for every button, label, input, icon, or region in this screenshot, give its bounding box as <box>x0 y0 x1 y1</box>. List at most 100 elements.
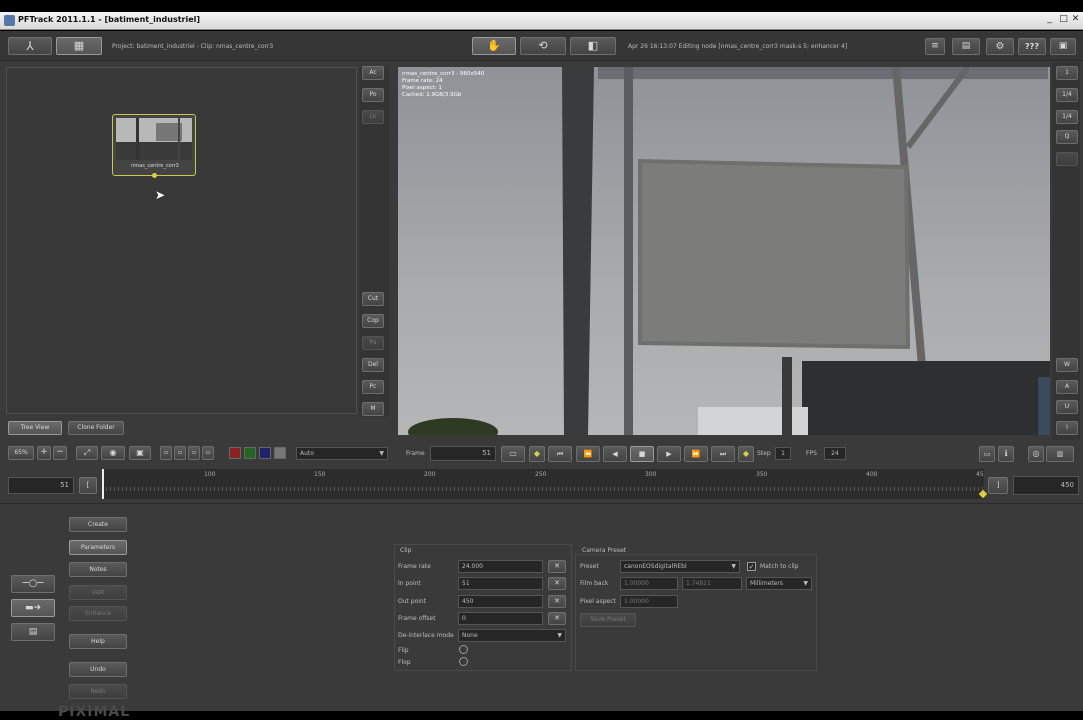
viewer-a-button[interactable]: A <box>1056 380 1078 394</box>
channel-2-icon[interactable]: ▫ <box>174 446 186 460</box>
node-tree-icon[interactable]: ⅄ <box>8 37 52 55</box>
step-back-icon[interactable]: ⏪ <box>576 446 600 462</box>
frame-rate-reset-icon[interactable]: ✕ <box>548 560 566 573</box>
fullscreen-icon[interactable]: ▣ <box>1050 38 1076 55</box>
node-top-button-2[interactable]: Po <box>362 88 384 102</box>
timeline-next-icon[interactable]: ] <box>988 477 1008 494</box>
frame-rate-input[interactable]: 24.000 <box>458 560 543 573</box>
deinterlace-select[interactable]: None ▼ <box>458 629 566 642</box>
copy-button[interactable]: Cop <box>362 314 384 328</box>
step-forward-icon[interactable]: ⏩ <box>684 446 708 462</box>
node-top-button-3[interactable]: Lk <box>362 110 384 124</box>
minimize-icon[interactable]: _ <box>1044 14 1055 25</box>
red-channel-swatch[interactable] <box>229 447 241 459</box>
viewer-blank-button[interactable] <box>1056 152 1078 166</box>
tab-tree-view[interactable]: Tree View <box>8 421 62 435</box>
flip-checkbox[interactable] <box>459 645 468 654</box>
channel-1-icon[interactable]: ▫ <box>160 446 172 460</box>
stop-icon[interactable]: ■ <box>630 446 654 462</box>
image-viewer[interactable]: nmas_centre_corr3 - 960x540 Frame rate: … <box>398 67 1050 435</box>
frame-input[interactable]: 51 <box>430 446 496 461</box>
view-mode-select[interactable]: Auto ▼ <box>296 447 388 460</box>
green-channel-swatch[interactable] <box>244 447 256 459</box>
m-button[interactable]: M <box>362 402 384 416</box>
go-to-start-icon[interactable]: ⏮ <box>548 446 572 462</box>
channel-4-icon[interactable]: ▫ <box>202 446 214 460</box>
settings-gear-icon[interactable]: ⚙ <box>986 38 1014 55</box>
timeline-prev-icon[interactable]: [ <box>79 477 97 494</box>
zoom-quarter-button[interactable]: 1/4 <box>1056 110 1078 124</box>
next-keyframe-icon[interactable]: ◆ <box>738 446 754 462</box>
playhead[interactable] <box>102 469 104 499</box>
quality-button[interactable]: Q <box>1056 130 1078 144</box>
grid-view-icon[interactable]: ▦ <box>56 37 102 55</box>
pc-button[interactable]: Pc <box>362 380 384 394</box>
film-back-height-input[interactable]: 1.74811 <box>682 577 742 590</box>
timeline-end-field[interactable]: 450 <box>1013 476 1079 495</box>
help-menu-button[interactable]: Help <box>69 634 127 649</box>
node-link-icon[interactable]: ─○─ <box>11 575 55 593</box>
flop-checkbox[interactable] <box>459 657 468 666</box>
help-button[interactable]: ??? <box>1018 38 1046 55</box>
maximize-icon[interactable]: □ <box>1058 14 1069 25</box>
go-to-end-icon[interactable]: ⏭ <box>711 446 735 462</box>
viewer-w-button[interactable]: W <box>1056 358 1078 372</box>
vast-button[interactable]: Vast <box>69 585 127 600</box>
info-icon[interactable]: ℹ <box>998 446 1014 462</box>
create-button[interactable]: Create <box>69 517 127 532</box>
parameters-button[interactable]: Parameters <box>69 540 127 555</box>
viewer-u-button[interactable]: U <box>1056 400 1078 414</box>
node-flow-icon[interactable]: ▬➜ <box>11 599 55 617</box>
zoom-1-button[interactable]: 1 <box>1056 66 1078 80</box>
options-icon[interactable]: ◎ <box>1028 446 1044 462</box>
viewer-i-button[interactable]: I <box>1056 421 1078 435</box>
cut-button[interactable]: Cut <box>362 292 384 306</box>
paste-button[interactable]: Pa <box>362 336 384 350</box>
list-icon[interactable]: ≡ <box>925 38 945 55</box>
lock-icon[interactable]: ▣ <box>129 446 151 460</box>
clip-node[interactable]: nmas_centre_corr3 <box>112 114 196 178</box>
timeline-start-field[interactable]: 51 <box>8 477 74 494</box>
zoom-percent[interactable]: 65% <box>8 446 34 460</box>
preset-select[interactable]: canonEOSdigitalREbl ▼ <box>620 560 740 573</box>
fps-input[interactable]: 24 <box>824 447 846 460</box>
orbit-icon[interactable]: ⟲ <box>520 37 566 55</box>
play-backward-icon[interactable]: ◀ <box>603 446 627 462</box>
play-forward-icon[interactable]: ▶ <box>657 446 681 462</box>
tracking-mode-icon[interactable]: ✋ <box>472 37 516 55</box>
notes-button[interactable]: Notes <box>69 562 127 577</box>
delete-button[interactable]: Del <box>362 358 384 372</box>
layers-icon[interactable]: ▥ <box>1046 446 1074 462</box>
eye-icon[interactable]: ◉ <box>101 446 125 460</box>
zoom-half-button[interactable]: 1/4 <box>1056 88 1078 102</box>
redo-button[interactable]: Redo <box>69 684 127 699</box>
out-point-reset-icon[interactable]: ✕ <box>548 595 566 608</box>
film-back-width-input[interactable]: 1.00000 <box>620 577 678 590</box>
export-icon[interactable]: ◧ <box>570 37 616 55</box>
channel-3-icon[interactable]: ▫ <box>188 446 200 460</box>
frame-offset-reset-icon[interactable]: ✕ <box>548 612 566 625</box>
save-preset-button[interactable]: Save Preset <box>580 613 636 627</box>
pixel-aspect-input[interactable]: 1.00000 <box>620 595 678 608</box>
fit-icon[interactable]: ⤢ <box>76 446 98 460</box>
match-to-clip-checkbox[interactable]: ✓ <box>747 562 756 571</box>
monitor-icon[interactable]: ▭ <box>501 446 525 462</box>
node-top-button-1[interactable]: Ac <box>362 66 384 80</box>
node-grid-icon[interactable]: ▤ <box>11 623 55 641</box>
close-icon[interactable]: ✕ <box>1070 14 1081 25</box>
layout-icon[interactable]: ▤ <box>952 38 980 55</box>
alpha-channel-swatch[interactable] <box>274 447 286 459</box>
enhance-button[interactable]: Enhance <box>69 606 127 621</box>
units-select[interactable]: Millimeters ▼ <box>746 577 812 590</box>
node-output-port[interactable] <box>152 173 157 178</box>
step-input[interactable]: 1 <box>775 447 791 460</box>
tab-clone-folder[interactable]: Clone Folder <box>68 421 124 435</box>
blue-channel-swatch[interactable] <box>259 447 271 459</box>
undo-button[interactable]: Undo <box>69 662 127 677</box>
in-point-reset-icon[interactable]: ✕ <box>548 577 566 590</box>
out-point-input[interactable]: 450 <box>458 595 543 608</box>
frame-offset-input[interactable]: 0 <box>458 612 543 625</box>
display-icon[interactable]: ▭ <box>979 446 995 462</box>
in-point-input[interactable]: 51 <box>458 577 543 590</box>
zoom-in-icon[interactable]: + <box>37 446 51 460</box>
